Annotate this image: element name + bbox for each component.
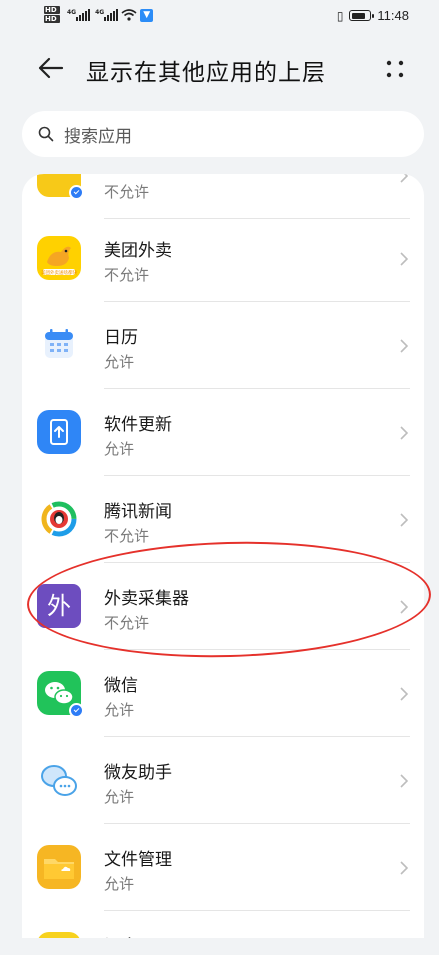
app-status: 不允许	[104, 614, 150, 632]
chevron-right-icon	[400, 861, 408, 875]
list-item[interactable]: 不允许	[22, 174, 424, 219]
app-icon-letter: 外	[47, 592, 71, 620]
page-title: 显示在其他应用的上层	[86, 60, 326, 86]
bottom-bar	[0, 938, 439, 955]
app-status: 允许	[104, 875, 135, 893]
search-icon	[38, 126, 54, 142]
partial-yellow-app-icon	[37, 174, 84, 200]
list-item-weiyou-assistant[interactable]: 微友助手 允许	[22, 737, 424, 824]
app-status: 不允许	[104, 266, 150, 284]
meituan-kangaroo-icon: 美团外卖送啥都快	[37, 236, 81, 280]
app-status: 允许	[104, 701, 135, 719]
search-input[interactable]: 搜索应用	[22, 111, 424, 157]
meituan-icon-tagline: 美团外卖送啥都快	[41, 269, 77, 276]
list-item-file-manager[interactable]: 文件管理 允许	[22, 824, 424, 911]
signal-icon: 4G	[67, 9, 91, 21]
chevron-right-icon	[400, 426, 408, 440]
notification-icon: ▼	[140, 8, 154, 22]
wai-letter-icon: 外	[37, 584, 81, 628]
chevron-right-icon	[400, 339, 408, 353]
network-type-label: 4G	[67, 9, 77, 16]
network-type-label: 4G	[95, 9, 105, 16]
app-status: 允许	[104, 788, 135, 806]
app-status: 允许	[104, 353, 135, 371]
search-placeholder: 搜索应用	[64, 126, 132, 147]
signal-icon: 4G	[95, 9, 119, 21]
chevron-right-icon	[400, 174, 408, 183]
hd-badge: HD	[44, 6, 60, 14]
arrow-left-icon[interactable]	[30, 52, 70, 84]
app-status: 允许	[104, 440, 135, 458]
app-name: 外卖采集器	[104, 589, 189, 609]
chevron-right-icon	[400, 600, 408, 614]
app-name: 日历	[104, 328, 138, 348]
verified-badge-icon	[69, 185, 84, 200]
title-bar: 显示在其他应用的上层	[0, 38, 439, 98]
hd-badge: HD	[44, 15, 60, 23]
list-item-waimai-collector[interactable]: 外 外卖采集器 不允许	[22, 563, 424, 650]
app-name: 微友助手	[104, 763, 172, 783]
wifi-icon	[121, 9, 137, 21]
wechat-icon	[37, 671, 84, 718]
chat-bubbles-icon	[37, 758, 81, 802]
list-item[interactable]: 闪息	[22, 911, 424, 938]
chevron-right-icon	[400, 252, 408, 266]
app-name: 腾讯新闻	[104, 502, 172, 522]
app-name: 文件管理	[104, 850, 172, 870]
list-item-software-update[interactable]: 软件更新 允许	[22, 389, 424, 476]
software-update-icon	[37, 410, 81, 454]
app-list: 不允许 美团外卖送啥都快 美团外卖 不允许 日历 允许 软件更新 允许 腾讯新闻…	[22, 174, 424, 938]
chevron-right-icon	[400, 513, 408, 527]
app-status: 不允许	[104, 183, 150, 201]
list-item-calendar[interactable]: 日历 允许	[22, 302, 424, 389]
list-item-meituan[interactable]: 美团外卖送啥都快 美团外卖 不允许	[22, 215, 424, 302]
hd-icon: HD HD	[44, 6, 62, 24]
more-dots-icon[interactable]	[380, 54, 410, 84]
list-item-wechat[interactable]: 微信 允许	[22, 650, 424, 737]
chevron-right-icon	[400, 774, 408, 788]
app-name: 微信	[104, 676, 138, 696]
verified-badge-icon	[69, 703, 84, 718]
chevron-right-icon	[400, 687, 408, 701]
app-name: 美团外卖	[104, 241, 172, 261]
app-name: 软件更新	[104, 415, 172, 435]
list-item-tencent-news[interactable]: 腾讯新闻 不允许	[22, 476, 424, 563]
status-bar: HD HD 4G 4G ▼ ▯ 11:48	[0, 0, 439, 36]
tencent-news-icon	[37, 497, 81, 541]
calendar-icon	[37, 323, 81, 367]
vibrate-icon: ▯	[336, 8, 344, 23]
app-status: 不允许	[104, 527, 150, 545]
clock: 11:48	[377, 8, 409, 23]
folder-icon	[37, 845, 81, 889]
battery-icon	[349, 10, 375, 21]
